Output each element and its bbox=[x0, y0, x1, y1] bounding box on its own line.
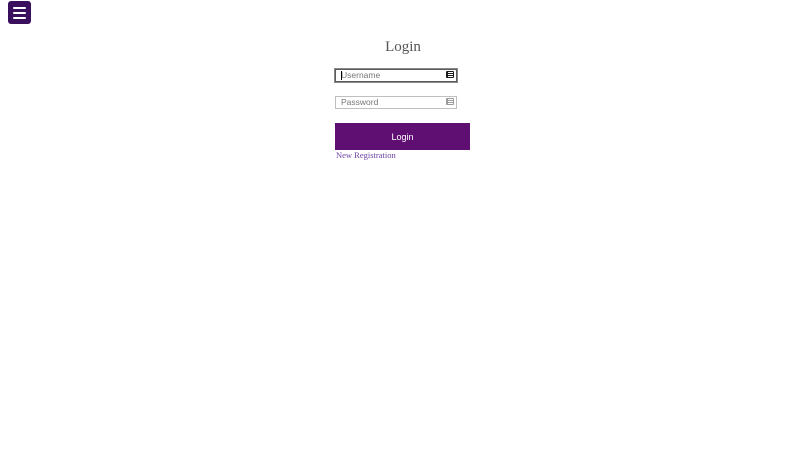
key-icon[interactable] bbox=[446, 71, 454, 78]
hamburger-bar bbox=[13, 16, 26, 19]
username-field-wrapper[interactable] bbox=[334, 68, 458, 83]
password-input[interactable] bbox=[336, 97, 447, 108]
hamburger-bar bbox=[13, 11, 26, 14]
login-button[interactable]: Login bbox=[335, 123, 470, 150]
key-icon[interactable] bbox=[446, 98, 454, 105]
new-registration-link[interactable]: New Registration bbox=[336, 150, 396, 160]
hamburger-menu-button[interactable] bbox=[8, 1, 31, 24]
username-input[interactable] bbox=[336, 70, 447, 81]
password-field-wrapper[interactable] bbox=[335, 96, 457, 109]
hamburger-menu-icon bbox=[13, 6, 26, 9]
page-title: Login bbox=[385, 39, 421, 55]
text-caret bbox=[341, 71, 342, 80]
